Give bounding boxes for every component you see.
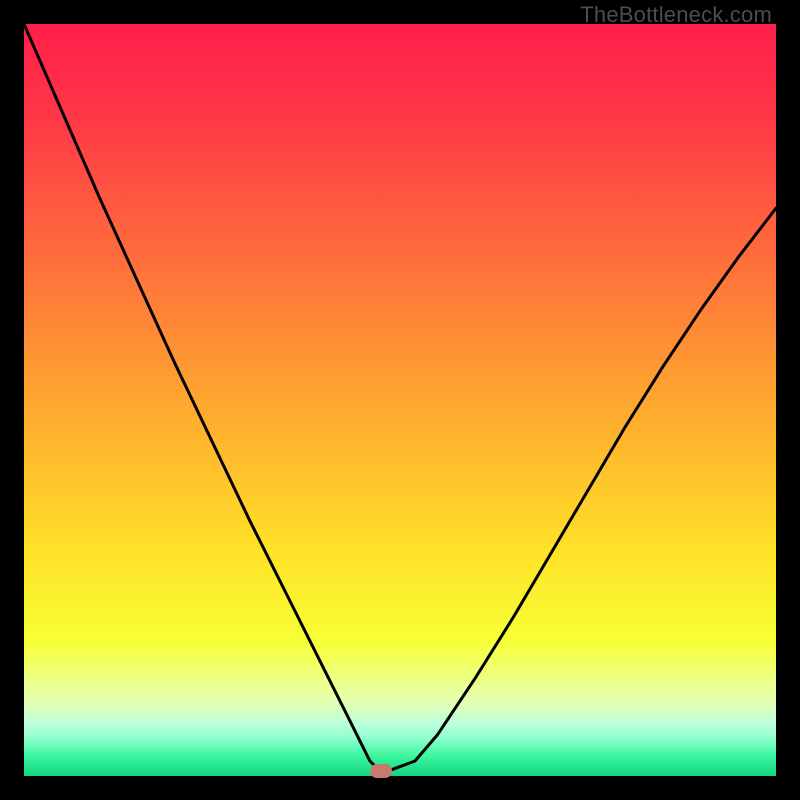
optimal-marker bbox=[370, 764, 392, 778]
gradient-background bbox=[24, 24, 776, 776]
chart-svg bbox=[24, 24, 776, 776]
chart-frame bbox=[24, 24, 776, 776]
watermark-text: TheBottleneck.com bbox=[580, 2, 772, 28]
